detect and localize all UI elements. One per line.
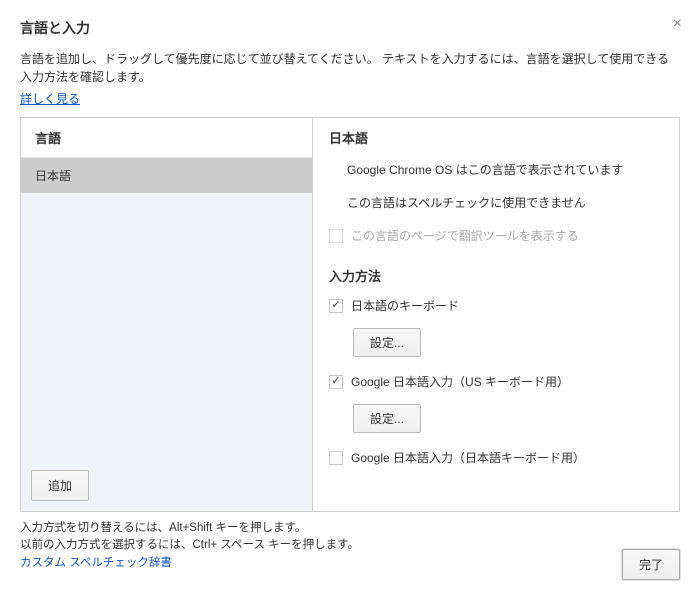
learn-more-link[interactable]: 詳しく見る xyxy=(20,92,80,106)
selected-language-heading: 日本語 xyxy=(329,128,663,147)
input-method-label: 日本語のキーボード xyxy=(351,297,459,314)
language-details-panel: 日本語 Google Chrome OS はこの言語で表示されています この言語… xyxy=(313,118,679,511)
input-settings-button-0[interactable]: 設定... xyxy=(353,328,421,357)
language-list: 日本語 xyxy=(21,158,312,460)
input-method-row: Google 日本語入力（日本語キーボード用） xyxy=(329,449,663,466)
input-method-checkbox-2[interactable] xyxy=(329,451,343,465)
language-input-dialog: 言語と入力 × 言語を追加し、ドラッグして優先度に応じて並び替えてください。 テ… xyxy=(0,0,700,594)
chrome-display-info: Google Chrome OS はこの言語で表示されています xyxy=(347,161,663,178)
translate-label: この言語のページで翻訳ツールを表示する xyxy=(351,227,579,244)
language-heading: 言語 xyxy=(21,118,312,158)
language-list-footer: 追加 xyxy=(21,460,312,511)
input-method-label: Google 日本語入力（US キーボード用） xyxy=(351,373,569,390)
done-button[interactable]: 完了 xyxy=(622,549,680,580)
input-method-checkbox-0[interactable] xyxy=(329,299,343,313)
input-settings-button-1[interactable]: 設定... xyxy=(353,404,421,433)
close-icon[interactable]: × xyxy=(673,16,682,32)
add-language-button[interactable]: 追加 xyxy=(31,470,89,501)
dialog-header: 言語と入力 × 言語を追加し、ドラッグして優先度に応じて並び替えてください。 テ… xyxy=(20,18,680,107)
input-method-row: 日本語のキーボード xyxy=(329,297,663,314)
input-method-row: Google 日本語入力（US キーボード用） xyxy=(329,373,663,390)
main-content: 言語 日本語 追加 日本語 Google Chrome OS はこの言語で表示さ… xyxy=(20,117,680,512)
input-method-checkbox-1[interactable] xyxy=(329,375,343,389)
translate-checkbox xyxy=(329,229,343,243)
input-method-label: Google 日本語入力（日本語キーボード用） xyxy=(351,449,585,466)
translate-option-row: この言語のページで翻訳ツールを表示する xyxy=(329,227,663,244)
dialog-description: 言語を追加し、ドラッグして優先度に応じて並び替えてください。 テキストを入力する… xyxy=(20,50,680,86)
spellcheck-info: この言語はスペルチェックに使用できません xyxy=(347,194,663,211)
shortcut-hint-2: 以前の入力方式を選択するには、Ctrl+ スペース キーを押します。 xyxy=(20,537,680,554)
custom-dictionary-link[interactable]: カスタム スペルチェック辞書 xyxy=(20,557,172,569)
dialog-footer: 入力方式を切り替えるには、Alt+Shift キーを押します。 以前の入力方式を… xyxy=(20,520,680,572)
dialog-title: 言語と入力 xyxy=(20,18,680,38)
shortcut-hint-1: 入力方式を切り替えるには、Alt+Shift キーを押します。 xyxy=(20,520,680,537)
language-item-japanese[interactable]: 日本語 xyxy=(21,158,312,193)
input-method-heading: 入力方法 xyxy=(329,266,663,285)
language-list-panel: 言語 日本語 追加 xyxy=(21,118,313,511)
